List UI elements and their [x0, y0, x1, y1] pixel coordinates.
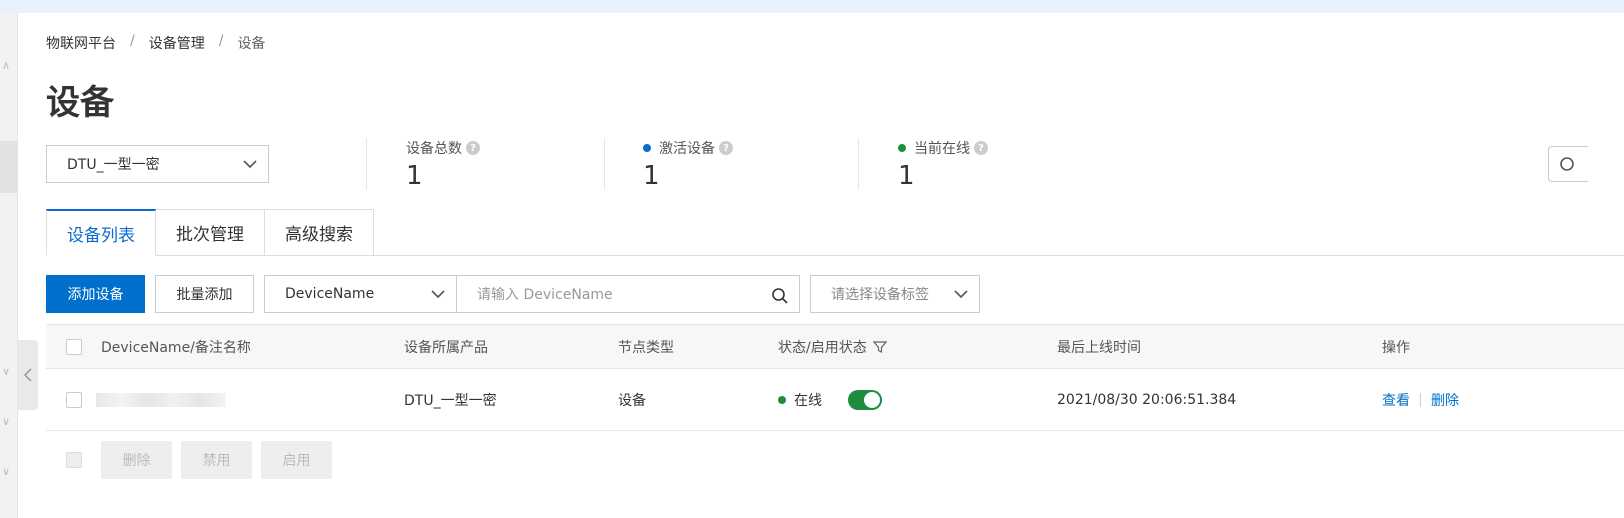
- left-sidebar-rail: ∧ ∨ ∨ ∨: [0, 13, 18, 518]
- stat-activated-devices: 激活设备? 1: [643, 138, 733, 190]
- enable-toggle[interactable]: [848, 389, 882, 410]
- stat-value: 1: [898, 161, 915, 191]
- breadcrumb-item-current: 设备: [237, 36, 266, 52]
- device-search-input[interactable]: 请输入 DeviceName: [456, 275, 800, 313]
- tag-select-placeholder: 请选择设备标签: [831, 287, 929, 303]
- row-checkbox[interactable]: [66, 391, 82, 408]
- column-header-node-type: 节点类型: [618, 339, 674, 356]
- chevron-down-icon: [954, 290, 968, 299]
- chevron-down-icon: [243, 160, 257, 169]
- select-all-checkbox[interactable]: [66, 338, 82, 355]
- right-search-button[interactable]: [1548, 146, 1588, 182]
- stat-divider: [366, 138, 367, 190]
- chevron-up-icon[interactable]: ∧: [2, 59, 10, 72]
- search-placeholder: 请输入 DeviceName: [477, 287, 613, 303]
- tab-bar: 设备列表 批次管理 高级搜索: [46, 209, 374, 256]
- row-product: DTU_一型一密: [404, 392, 497, 409]
- product-select-value: DTU_一型一密: [67, 157, 160, 173]
- bulk-select-checkbox[interactable]: [66, 452, 82, 468]
- device-tag-select[interactable]: 请选择设备标签: [810, 275, 980, 313]
- help-icon[interactable]: ?: [974, 141, 988, 155]
- bulk-enable-button[interactable]: 启用: [261, 441, 332, 479]
- stat-label: 激活设备: [659, 141, 715, 157]
- breadcrumb: 物联网平台 / 设备管理 / 设备: [46, 33, 265, 53]
- breadcrumb-separator: /: [218, 33, 224, 49]
- help-icon[interactable]: ?: [719, 141, 733, 155]
- row-last-online: 2021/08/30 20:06:51.384: [1057, 391, 1237, 408]
- search-field-value: DeviceName: [285, 286, 375, 302]
- online-dot-icon: [898, 144, 906, 152]
- search-icon: [1560, 157, 1574, 171]
- tab-device-list[interactable]: 设备列表: [46, 209, 156, 256]
- stat-divider: [858, 138, 859, 190]
- activated-dot-icon: [643, 144, 651, 152]
- stat-online-devices: 当前在线? 1: [898, 138, 988, 190]
- filter-icon[interactable]: [872, 340, 887, 354]
- online-status-dot-icon: [778, 395, 786, 404]
- stat-label: 当前在线: [914, 141, 970, 157]
- stat-total-devices: 设备总数? 1: [406, 138, 480, 190]
- product-select[interactable]: DTU_一型一密: [46, 145, 269, 183]
- search-field-select[interactable]: DeviceName: [264, 275, 457, 313]
- row-status: 在线: [794, 392, 822, 409]
- column-header-devicename: DeviceName/备注名称: [101, 339, 251, 356]
- batch-add-button[interactable]: 批量添加: [155, 275, 254, 313]
- tab-batch-management[interactable]: 批次管理: [156, 209, 265, 256]
- view-link[interactable]: 查看: [1382, 390, 1410, 410]
- column-header-product: 设备所属产品: [404, 339, 488, 356]
- stat-label: 设备总数: [406, 141, 462, 157]
- column-header-status: 状态/启用状态: [778, 339, 867, 356]
- table-header: DeviceName/备注名称 设备所属产品 节点类型 状态/启用状态 最后上线…: [46, 324, 1624, 369]
- chevron-down-icon[interactable]: ∨: [2, 365, 10, 378]
- column-header-last-online: 最后上线时间: [1057, 339, 1141, 356]
- top-banner: [0, 0, 1624, 13]
- sidebar-collapse-button[interactable]: [18, 340, 38, 410]
- column-header-actions: 操作: [1382, 339, 1410, 356]
- row-node-type: 设备: [618, 392, 646, 409]
- stat-value: 1: [406, 161, 423, 191]
- page-title: 设备: [46, 83, 114, 123]
- breadcrumb-item-device-management[interactable]: 设备管理: [149, 33, 205, 53]
- chevron-left-icon: [23, 368, 32, 382]
- tab-advanced-search[interactable]: 高级搜索: [265, 209, 374, 256]
- breadcrumb-separator: /: [130, 33, 135, 49]
- delete-link[interactable]: 删除: [1431, 390, 1459, 410]
- device-name-redacted[interactable]: [96, 392, 226, 407]
- chevron-down-icon: [431, 290, 445, 299]
- search-icon[interactable]: [771, 287, 789, 305]
- help-icon[interactable]: ?: [466, 141, 480, 155]
- add-device-button[interactable]: 添加设备: [46, 275, 145, 313]
- table-row: DTU_一型一密 设备 在线 2021/08/30 20:06:51.384 查…: [46, 369, 1624, 431]
- chevron-down-icon[interactable]: ∨: [2, 415, 10, 428]
- stat-divider: [604, 138, 605, 190]
- chevron-down-icon[interactable]: ∨: [2, 465, 10, 478]
- bulk-disable-button[interactable]: 禁用: [181, 441, 252, 479]
- breadcrumb-item-iot-platform[interactable]: 物联网平台: [46, 33, 116, 53]
- stat-value: 1: [643, 161, 660, 191]
- sidebar-active-highlight: [0, 141, 18, 193]
- bulk-delete-button[interactable]: 删除: [101, 441, 172, 479]
- action-divider: [1420, 392, 1421, 407]
